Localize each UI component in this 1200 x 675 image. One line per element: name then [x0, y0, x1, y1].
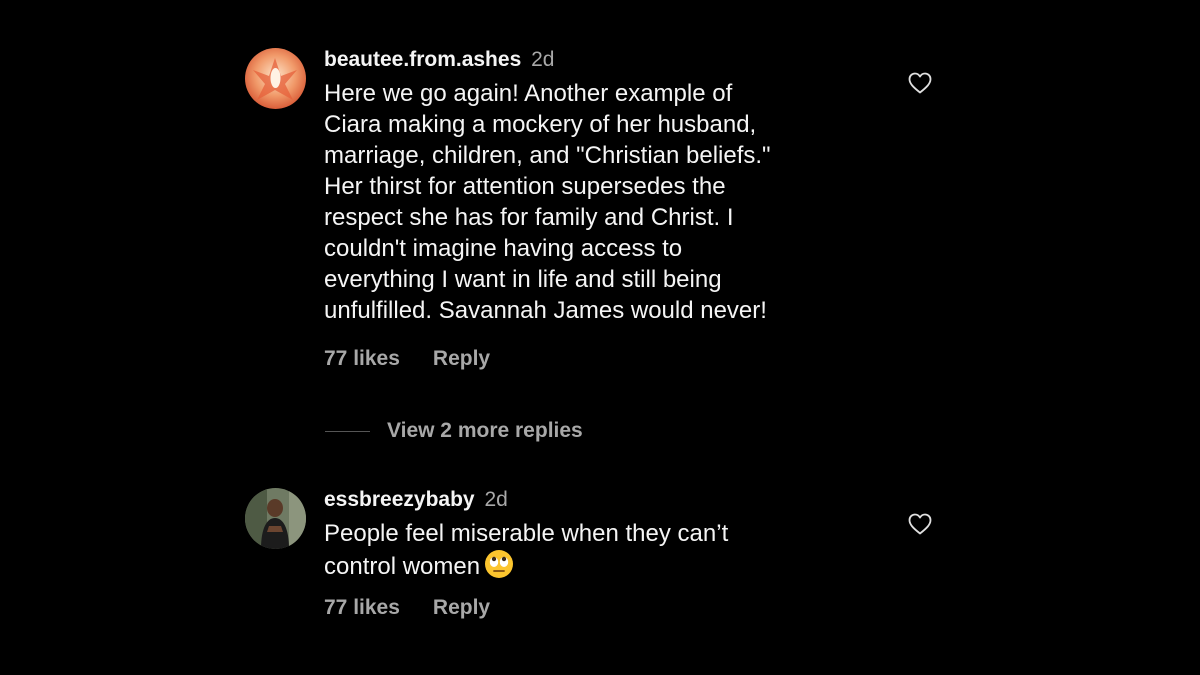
comment-timestamp: 2d	[531, 48, 555, 71]
heart-outline-icon[interactable]	[908, 513, 932, 535]
eye-roll-emoji-icon	[485, 550, 514, 578]
reply-button[interactable]: Reply	[433, 347, 490, 371]
reply-button[interactable]: Reply	[433, 596, 490, 620]
comment-text: People feel miserable when they can’t co…	[324, 518, 884, 582]
heart-outline-icon[interactable]	[908, 72, 932, 94]
likes-count[interactable]: 77 likes	[324, 596, 400, 620]
view-more-replies-button[interactable]: View 2 more replies	[325, 417, 583, 445]
phoenix-avatar-icon	[245, 48, 306, 109]
portrait-avatar-icon	[245, 488, 306, 549]
divider-line	[325, 430, 370, 432]
view-replies-label: View 2 more replies	[387, 419, 583, 442]
likes-count[interactable]: 77 likes	[324, 347, 400, 371]
comment-text-content: People feel miserable when they can’t co…	[324, 520, 729, 580]
comment-username[interactable]: essbreezybaby	[324, 488, 475, 511]
avatar[interactable]	[245, 488, 306, 549]
avatar[interactable]	[245, 48, 306, 109]
comment-username[interactable]: beautee.from.ashes	[324, 48, 521, 71]
comment-timestamp: 2d	[484, 488, 508, 511]
comment-text: Here we go again! Another example of Cia…	[324, 80, 771, 324]
